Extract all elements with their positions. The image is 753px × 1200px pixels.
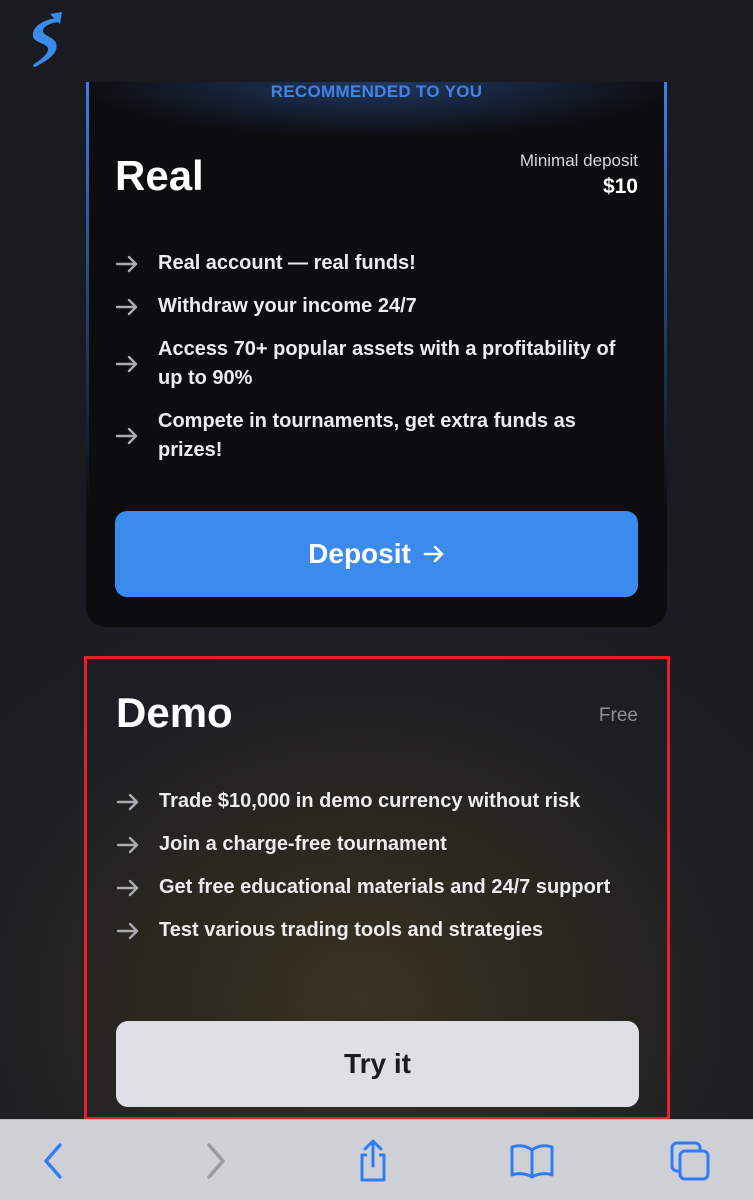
feature-item: Access 70+ popular assets with a profita… [115, 335, 645, 393]
try-demo-button-label: Try it [344, 1048, 411, 1079]
feature-item: Compete in tournaments, get extra funds … [115, 407, 645, 465]
arrow-right-icon [115, 255, 138, 272]
feature-item: Test various trading tools and strategie… [116, 916, 645, 945]
arrow-right-icon [115, 427, 138, 445]
feature-item: Get free educational materials and 24/7 … [116, 873, 645, 902]
arrow-right-icon [423, 545, 444, 563]
bookmarks-icon[interactable] [508, 1138, 556, 1184]
arrow-right-icon [115, 355, 138, 373]
share-icon[interactable] [349, 1138, 397, 1184]
arrow-right-icon [116, 922, 139, 939]
demo-account-card: Demo Free Trade $10,000 in demo currency… [84, 656, 670, 1120]
try-demo-button[interactable]: Try it [116, 1021, 639, 1107]
deposit-button[interactable]: Deposit [115, 511, 638, 597]
minimal-deposit-info: Minimal deposit $10 [520, 151, 638, 199]
arrow-right-icon [115, 298, 138, 315]
recommended-badge: RECOMMENDED TO YOU [270, 82, 483, 101]
feature-text: Get free educational materials and 24/7 … [159, 876, 611, 898]
feature-text: Access 70+ popular assets with a profita… [158, 338, 616, 389]
demo-card-title: Demo [116, 689, 233, 736]
feature-text: Real account — real funds! [158, 252, 416, 274]
arrow-right-icon [116, 836, 139, 853]
back-icon[interactable] [29, 1138, 77, 1184]
feature-item: Real account — real funds! [115, 249, 645, 278]
feature-item: Trade $10,000 in demo currency without r… [116, 787, 645, 816]
app-logo-icon[interactable] [26, 12, 66, 68]
real-features-list: Real account — real funds! Withdraw your… [115, 249, 645, 465]
deposit-button-label: Deposit [308, 538, 411, 569]
demo-features-list: Trade $10,000 in demo currency without r… [116, 787, 645, 945]
feature-text: Test various trading tools and strategie… [159, 919, 544, 941]
arrow-right-icon [116, 879, 139, 896]
feature-text: Withdraw your income 24/7 [158, 295, 417, 317]
feature-text: Compete in tournaments, get extra funds … [158, 410, 576, 461]
arrow-right-icon [116, 793, 139, 810]
feature-text: Join a charge-free tournament [159, 833, 447, 855]
feature-item: Withdraw your income 24/7 [115, 292, 645, 321]
feature-text: Trade $10,000 in demo currency without r… [159, 790, 581, 812]
real-card-title: Real [115, 152, 204, 199]
minimal-deposit-label: Minimal deposit [519, 151, 638, 170]
browser-toolbar [0, 1119, 753, 1200]
minimal-deposit-amount: $10 [602, 175, 638, 198]
feature-item: Join a charge-free tournament [116, 830, 645, 859]
tabs-icon[interactable] [666, 1138, 714, 1184]
real-account-card: RECOMMENDED TO YOU Real Minimal deposit … [86, 82, 667, 627]
forward-icon[interactable] [192, 1138, 240, 1184]
demo-price-label: Free [598, 705, 638, 726]
